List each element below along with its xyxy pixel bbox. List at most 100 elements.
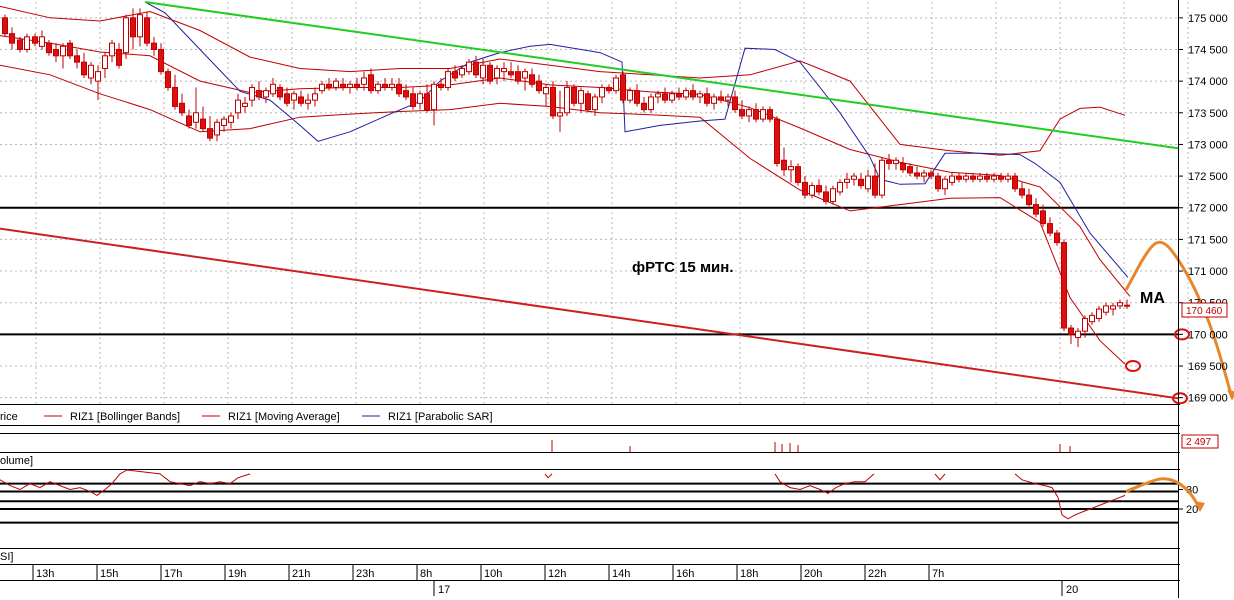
candle-down [81, 61, 87, 76]
candle-down [928, 172, 934, 177]
candle-down [256, 90, 262, 98]
candle-down [298, 96, 304, 104]
candle-up [879, 159, 885, 196]
candle-up [228, 115, 234, 123]
candle-down [403, 90, 409, 98]
date-label: 17 [438, 584, 450, 596]
candle-up [193, 112, 199, 123]
candle-down [970, 175, 976, 180]
candle-down [872, 175, 878, 196]
candle-down [732, 96, 738, 111]
candle-up [830, 188, 836, 202]
candle-up [291, 93, 297, 101]
candle-up [1075, 330, 1081, 339]
candle-up [746, 109, 752, 117]
time-label: 21h [292, 568, 310, 580]
legend: rice RIZ1 [Bollinger Bands] RIZ1 [Moving… [0, 411, 493, 423]
candle-down [795, 166, 801, 183]
price-tick-label: 173 000 [1188, 139, 1228, 151]
time-label: 23h [356, 568, 374, 580]
price-tick-label: 169 000 [1188, 393, 1228, 405]
candle-down [473, 61, 479, 76]
candle-down [53, 48, 59, 57]
candle-up [599, 86, 605, 98]
candle-down [424, 93, 430, 111]
price-tick-label: 174 000 [1188, 76, 1228, 88]
candle-up [1005, 175, 1011, 180]
candle-up [102, 55, 108, 69]
candle-up [263, 90, 269, 98]
ma-annotation-label: MA [1140, 290, 1165, 307]
candle-up [788, 166, 794, 171]
candle-down [74, 55, 80, 63]
candle-down [984, 175, 990, 180]
candle-up [501, 67, 507, 73]
candle-up [1103, 305, 1109, 313]
candle-down [277, 86, 283, 98]
candle-up [221, 118, 227, 126]
candle-down [550, 86, 556, 117]
candle-up [459, 67, 465, 76]
candle-down [634, 90, 640, 104]
candle-up [214, 121, 220, 136]
candle-up [347, 83, 353, 88]
price-tick-label: 173 500 [1188, 108, 1228, 120]
candle-down [1054, 232, 1060, 244]
price-tick-label: 172 500 [1188, 171, 1228, 183]
time-label: 15h [100, 568, 118, 580]
candle-up [543, 86, 549, 95]
candle-down [1040, 210, 1046, 225]
candle-up [851, 175, 857, 180]
candle-down [1019, 188, 1025, 196]
candle-down [151, 42, 157, 50]
price-tick-label: 175 000 [1188, 13, 1228, 25]
candle-down [753, 109, 759, 120]
candle-up [627, 90, 633, 101]
volume-value-label: 2 497 [1186, 437, 1211, 448]
candle-down [956, 175, 962, 180]
candle-up [865, 175, 871, 190]
candle-down [816, 185, 822, 193]
candle-down [802, 181, 808, 196]
candle-up [60, 45, 66, 57]
candle-down [179, 102, 185, 114]
time-label: 22h [868, 568, 886, 580]
date-label: 20 [1066, 584, 1078, 596]
price-tick-label: 172 000 [1188, 203, 1228, 215]
price-tick-label: 171 000 [1188, 266, 1228, 278]
candle-down [935, 175, 941, 190]
candle-up [445, 71, 451, 88]
candle-up [361, 77, 367, 85]
time-label: 19h [228, 568, 246, 580]
candle-up [613, 77, 619, 92]
candle-up [480, 64, 486, 79]
candle-up [1124, 304, 1130, 307]
candle-up [949, 175, 955, 183]
candle-down [662, 93, 668, 101]
price-tick-label: 174 500 [1188, 44, 1228, 56]
time-label: 10h [484, 568, 502, 580]
candle-down [67, 42, 73, 57]
legend-price-label: rice [0, 411, 18, 423]
candle-down [739, 109, 745, 117]
candle-down [585, 93, 591, 111]
candle-up [270, 83, 276, 95]
candle-up [235, 99, 241, 114]
time-label: 7h [932, 568, 944, 580]
candle-down [886, 159, 892, 164]
time-label: 18h [740, 568, 758, 580]
candle-up [655, 93, 661, 98]
rsi-panel-label: SI] [0, 551, 13, 563]
candle-down [158, 48, 164, 73]
candle-up [697, 93, 703, 98]
candle-down [998, 175, 1004, 180]
rsi-tick-label: 20 [1186, 504, 1198, 516]
candle-down [907, 166, 913, 174]
candle-up [564, 86, 570, 114]
candle-up [1082, 318, 1088, 332]
candle-down [900, 162, 906, 171]
candle-down [438, 83, 444, 88]
candle-down [368, 74, 374, 92]
candle-up [333, 80, 339, 88]
price-tick-label: 169 500 [1188, 361, 1228, 373]
